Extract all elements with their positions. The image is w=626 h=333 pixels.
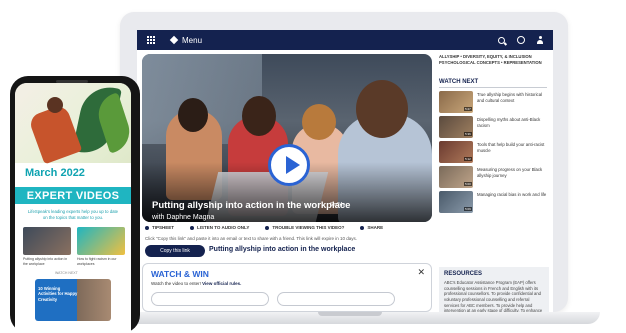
close-icon[interactable]: ✕ bbox=[417, 267, 425, 278]
thumbnail-duration: 5:09 bbox=[464, 207, 472, 211]
watch-next-item[interactable]: 5:27 True allyship begins with historica… bbox=[439, 91, 549, 113]
thumbnail-duration: 5:12 bbox=[464, 157, 472, 161]
video-person-head bbox=[178, 98, 208, 132]
newsletter-description: LifeSpeak's leading experts help you up … bbox=[27, 209, 119, 220]
watch-next-item[interactable]: 5:00 Measuring progress on your Black al… bbox=[439, 166, 549, 188]
video-person-head bbox=[302, 104, 336, 140]
thumbnail-duration: 5:36 bbox=[464, 132, 472, 136]
divider bbox=[439, 87, 547, 88]
video-player[interactable]: Putting allyship into action in the work… bbox=[142, 54, 432, 222]
menu-label[interactable]: Menu bbox=[182, 36, 202, 45]
newsletter-month: March 2022 bbox=[25, 167, 85, 179]
video-card-thumbnail[interactable] bbox=[77, 227, 125, 255]
thumbnail-duration: 5:27 bbox=[464, 107, 472, 111]
video-tools: TIPSHEET LISTEN TO AUDIO ONLY TROUBLE VI… bbox=[145, 225, 383, 230]
watch-next-title: Measuring progress on your Black allyshi… bbox=[477, 167, 543, 178]
watch-next-title: Dispelling myths about anti-Black racism bbox=[477, 117, 541, 128]
laptop-notch bbox=[318, 312, 382, 316]
trouble-viewing-link[interactable]: TROUBLE VIEWING THIS VIDEO? bbox=[265, 225, 344, 230]
official-rules-link[interactable]: View official rules. bbox=[202, 281, 241, 286]
video-card-thumbnail[interactable] bbox=[23, 227, 71, 255]
globe-icon[interactable] bbox=[517, 36, 525, 44]
headphones-icon bbox=[190, 225, 195, 230]
hero-image bbox=[15, 83, 131, 165]
watch-next-item[interactable]: 5:09 Managing racial bias in work and li… bbox=[439, 191, 549, 213]
watch-next-item[interactable]: 5:36 Dispelling myths about anti-Black r… bbox=[439, 116, 549, 138]
video-duration: 6m24s bbox=[330, 202, 346, 208]
user-icon[interactable] bbox=[537, 36, 543, 44]
video-person-head bbox=[356, 80, 408, 138]
watch-next-item[interactable]: 5:12 Tools that help build your anti-rac… bbox=[439, 141, 549, 163]
watch-next-title: Managing racial bias in work and life bbox=[477, 192, 547, 197]
apps-grid-icon[interactable] bbox=[147, 36, 155, 44]
watch-next-title: True allyship begins with historical and… bbox=[477, 92, 543, 103]
copy-link-button[interactable]: Copy this link bbox=[145, 245, 205, 257]
watch-win-title: WATCH & WIN bbox=[151, 269, 209, 279]
tool-label: TROUBLE VIEWING THIS VIDEO? bbox=[272, 225, 345, 230]
resources-panel: RESOURCES ABC's Educator Assistance Prog… bbox=[439, 267, 549, 312]
share-icon bbox=[360, 225, 365, 230]
tool-label: LISTEN TO AUDIO ONLY bbox=[197, 225, 250, 230]
laptop-screen: Menu Putting allyship into action in the… bbox=[137, 30, 553, 312]
share-link[interactable]: SHARE bbox=[360, 225, 383, 230]
search-icon[interactable] bbox=[498, 36, 505, 44]
watch-next-heading: WATCH NEXT bbox=[439, 79, 479, 85]
entry-field[interactable] bbox=[277, 292, 395, 306]
help-icon bbox=[265, 225, 270, 230]
audio-only-link[interactable]: LISTEN TO AUDIO ONLY bbox=[190, 225, 249, 230]
section-label: WATCH NEXT bbox=[55, 271, 78, 275]
video-subtitle: with Daphne Magna bbox=[152, 214, 215, 221]
resources-title: RESOURCES bbox=[444, 271, 483, 277]
watch-win-instruction: Watch the video to enter! bbox=[151, 281, 201, 286]
skater-head bbox=[47, 97, 63, 113]
expert-videos-banner: EXPERT VIDEOS bbox=[15, 187, 131, 204]
tool-label: SHARE bbox=[367, 225, 384, 230]
watch-and-win-panel: WATCH & WIN ✕ Watch the video to enter! … bbox=[142, 263, 432, 312]
feature-card-title[interactable]: 10 Winning Activities for Happy Creativi… bbox=[38, 286, 78, 302]
tipsheet-link[interactable]: TIPSHEET bbox=[145, 225, 174, 230]
entry-field[interactable] bbox=[151, 292, 269, 306]
menu-icon[interactable] bbox=[169, 35, 179, 45]
category-breadcrumb[interactable]: ALLYSHIP • DIVERSITY, EQUITY, & INCLUSIO… bbox=[439, 54, 549, 66]
watch-win-text: Watch the video to enter! View official … bbox=[151, 281, 241, 286]
document-icon bbox=[145, 225, 149, 230]
share-instructions: Click "Copy this link" and paste it into… bbox=[145, 236, 357, 241]
tool-label: TIPSHEET bbox=[152, 225, 175, 230]
watch-next-title: Tools that help build your anti-racist m… bbox=[477, 142, 545, 153]
play-icon[interactable] bbox=[268, 144, 310, 186]
video-title: Putting allyship into action in the work… bbox=[152, 200, 351, 211]
video-card-caption[interactable]: Putting allyship into action in the work… bbox=[23, 257, 71, 266]
device-mockup: Menu Putting allyship into action in the… bbox=[0, 0, 626, 333]
resources-text: ABC's Educator Assistance Program (EAP) … bbox=[444, 280, 543, 312]
phone-screen: March 2022 EXPERT VIDEOS LifeSpeak's lea… bbox=[15, 83, 131, 333]
thumbnail-duration: 5:00 bbox=[464, 182, 472, 186]
shared-video-title: Putting allyship into action in the work… bbox=[209, 246, 356, 253]
video-person-head bbox=[242, 96, 276, 136]
video-card-caption[interactable]: How to fight racism in our workplaces bbox=[77, 257, 125, 266]
top-nav-bar: Menu bbox=[137, 30, 553, 50]
